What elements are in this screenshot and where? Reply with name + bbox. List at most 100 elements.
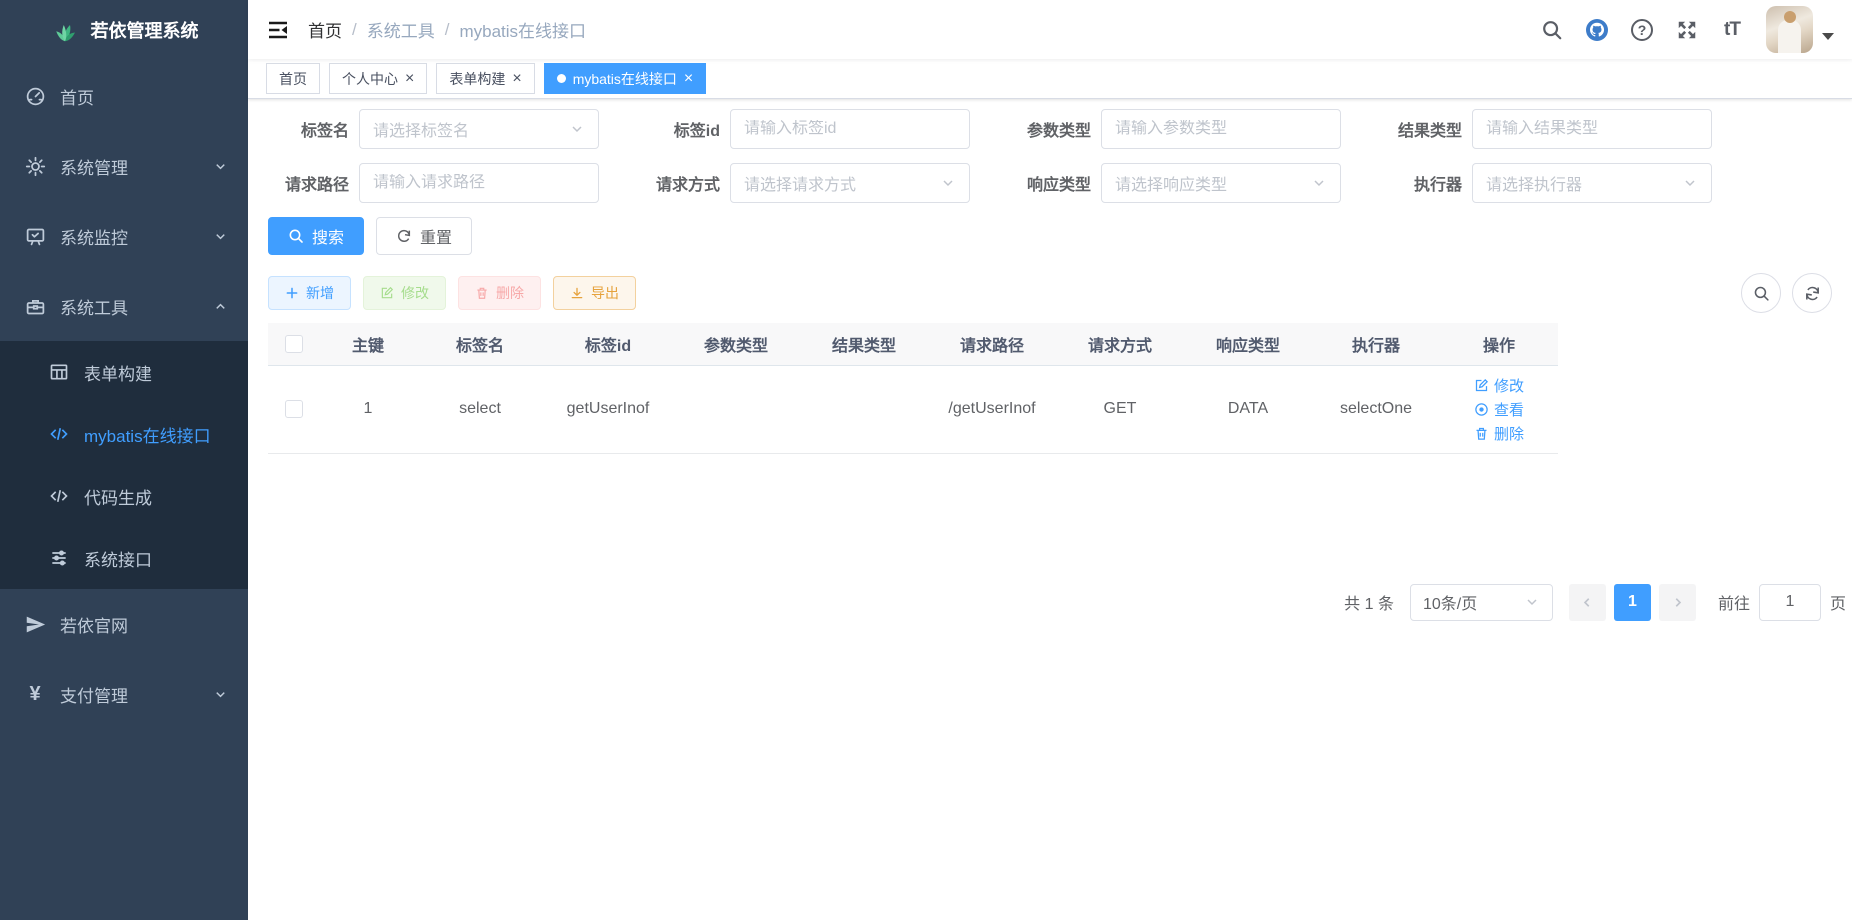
sidebar-subitem-system-api[interactable]: 系统接口 (0, 527, 248, 589)
sidebar-item-label: 表单构建 (84, 360, 152, 385)
help-icon[interactable]: ? (1630, 18, 1654, 42)
add-button-label: 新增 (306, 283, 334, 303)
sidebar-item-ruoyi-website[interactable]: 若依官网 (0, 589, 248, 659)
refresh-button[interactable] (1792, 273, 1832, 313)
field-executor: 执行器 请选择执行器 (1381, 163, 1712, 203)
github-icon[interactable] (1585, 18, 1609, 42)
sidebar-item-system-tools[interactable]: 系统工具 (0, 271, 248, 341)
trash-icon (1474, 426, 1489, 441)
breadcrumb: 首页 / 系统工具 / mybatis在线接口 (308, 17, 586, 42)
data-table: 主键 标签名 标签id 参数类型 结果类型 请求路径 请求方式 响应类型 执行器… (268, 323, 1558, 454)
sidebar-subitem-mybatis-online-api[interactable]: mybatis在线接口 (0, 403, 248, 465)
request-method-select[interactable]: 请选择请求方式 (730, 163, 970, 203)
search-icon (288, 228, 304, 244)
chevron-down-icon (1311, 175, 1327, 191)
row-delete-label: 删除 (1494, 423, 1524, 444)
tags-view: 首页 个人中心 × 表单构建 × mybatis在线接口 × (248, 59, 1852, 99)
sidebar-item-system-monitor[interactable]: 系统监控 (0, 201, 248, 271)
next-page-button[interactable] (1659, 584, 1696, 621)
gear-icon (24, 155, 46, 177)
reset-button-label: 重置 (420, 224, 452, 248)
download-icon (570, 286, 584, 300)
caret-down-icon[interactable] (1822, 33, 1834, 40)
tab-label: 个人中心 (342, 69, 398, 89)
sidebar-item-label: 首页 (60, 84, 94, 109)
result-type-input[interactable] (1486, 120, 1698, 138)
select-placeholder: 请选择响应类型 (1115, 171, 1311, 195)
breadcrumb-current: mybatis在线接口 (459, 17, 586, 42)
tab-form-builder[interactable]: 表单构建 × (436, 63, 534, 94)
show-search-toggle-button[interactable] (1741, 273, 1781, 313)
search-button-label: 搜索 (312, 224, 344, 248)
sidebar-subitem-form-builder[interactable]: 表单构建 (0, 341, 248, 403)
tag-id-input[interactable] (744, 120, 956, 138)
table-row[interactable]: 1 select getUserInof /getUserInof GET DA… (268, 365, 1558, 453)
th-request-path: 请求路径 (928, 323, 1056, 365)
page-size-select[interactable]: 10条/页 (1410, 584, 1553, 621)
prev-page-button[interactable] (1569, 584, 1606, 621)
chevron-down-icon (213, 159, 228, 174)
cell-result-type (800, 365, 928, 453)
code-icon (48, 485, 70, 507)
goto-page-input[interactable] (1759, 584, 1821, 621)
sidebar-item-system-management[interactable]: 系统管理 (0, 131, 248, 201)
cell-request-path: /getUserInof (928, 365, 1056, 453)
navbar-actions: ? tT (1519, 6, 1834, 53)
chevron-left-icon (1580, 595, 1595, 610)
page-number-current[interactable]: 1 (1614, 584, 1651, 621)
chevron-down-icon (1524, 594, 1540, 610)
edit-button-label: 修改 (401, 283, 429, 303)
response-type-select[interactable]: 请选择响应类型 (1101, 163, 1341, 203)
row-checkbox[interactable] (285, 400, 303, 418)
pagination: 共 1 条 10条/页 1 前往 页 (268, 584, 1846, 621)
tab-label: 表单构建 (449, 69, 505, 89)
avatar[interactable] (1766, 6, 1813, 53)
fullscreen-icon[interactable] (1675, 18, 1699, 42)
field-label: 响应类型 (1010, 171, 1091, 195)
dashboard-icon (24, 85, 46, 107)
delete-button[interactable]: 删除 (458, 276, 541, 310)
field-result-type: 结果类型 (1381, 109, 1712, 149)
row-view-link[interactable]: 查看 (1474, 399, 1524, 420)
breadcrumb-home[interactable]: 首页 (308, 17, 342, 42)
edit-icon (1474, 378, 1489, 393)
sidebar-toggle-icon[interactable] (266, 18, 290, 42)
row-delete-link[interactable]: 删除 (1474, 423, 1524, 444)
export-button[interactable]: 导出 (553, 276, 636, 310)
page-unit-label: 页 (1830, 590, 1846, 614)
field-label: 执行器 (1381, 171, 1462, 195)
edit-button[interactable]: 修改 (363, 276, 446, 310)
search-button[interactable]: 搜索 (268, 217, 364, 255)
sidebar-item-home[interactable]: 首页 (0, 61, 248, 131)
select-all-checkbox[interactable] (285, 335, 303, 353)
refresh-icon (396, 228, 412, 244)
reset-button[interactable]: 重置 (376, 217, 472, 255)
close-icon[interactable]: × (512, 71, 521, 87)
breadcrumb-separator: / (445, 20, 450, 40)
sidebar-item-label: 系统监控 (60, 224, 128, 249)
close-icon[interactable]: × (684, 71, 693, 87)
param-type-input[interactable] (1115, 120, 1327, 138)
search-actions: 搜索 重置 (268, 217, 1832, 255)
table-header-row: 主键 标签名 标签id 参数类型 结果类型 请求路径 请求方式 响应类型 执行器… (268, 323, 1558, 365)
font-size-icon[interactable]: tT (1720, 18, 1744, 42)
field-request-method: 请求方式 请选择请求方式 (639, 163, 970, 203)
tab-profile[interactable]: 个人中心 × (329, 63, 427, 94)
form-builder-icon (48, 361, 70, 383)
add-button[interactable]: 新增 (268, 276, 351, 310)
tag-name-select[interactable]: 请选择标签名 (359, 109, 599, 149)
edit-icon (380, 286, 394, 300)
request-path-input[interactable] (373, 174, 585, 192)
yen-icon: ¥ (24, 683, 46, 705)
trash-icon (475, 286, 489, 300)
sidebar-item-payment-management[interactable]: ¥ 支付管理 (0, 659, 248, 729)
logo[interactable]: 若依管理系统 (0, 0, 248, 59)
sidebar-subitem-code-generation[interactable]: 代码生成 (0, 465, 248, 527)
close-icon[interactable]: × (405, 71, 414, 87)
tab-home[interactable]: 首页 (266, 63, 320, 94)
toolbox-icon (24, 295, 46, 317)
executor-select[interactable]: 请选择执行器 (1472, 163, 1712, 203)
row-edit-link[interactable]: 修改 (1474, 375, 1524, 396)
search-icon[interactable] (1540, 18, 1564, 42)
tab-mybatis-online-api[interactable]: mybatis在线接口 × (544, 63, 707, 94)
